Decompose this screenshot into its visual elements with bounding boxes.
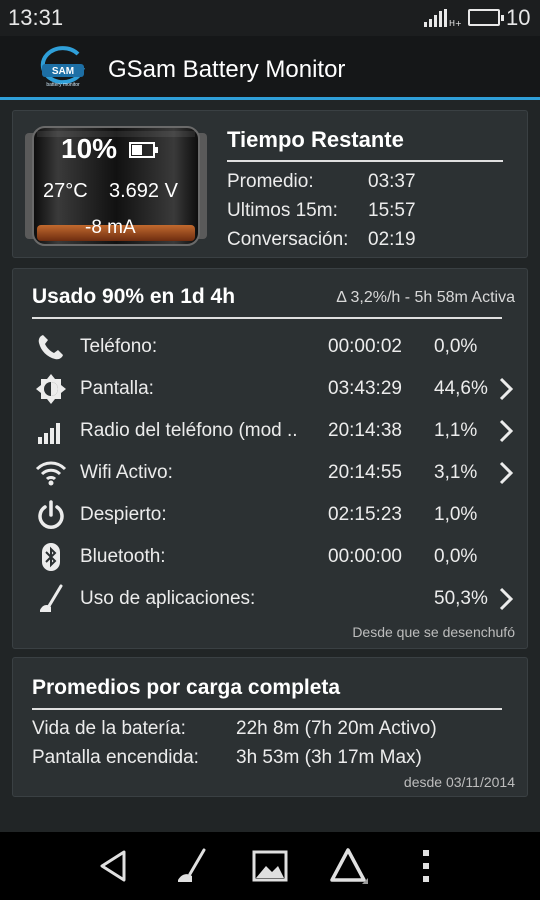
usage-percent: 1,0% <box>434 504 478 525</box>
usage-row-screen[interactable]: Pantalla: 03:43:29 44,6% <box>13 368 529 410</box>
svg-text:H+: H+ <box>449 19 462 27</box>
image-icon[interactable] <box>250 846 290 886</box>
battery-status-card[interactable]: 10% 27°C 3.692 V -8 mA Tiempo Restante P… <box>12 110 528 258</box>
status-bar: 13:31 H+ 10 <box>0 0 540 36</box>
bottom-nav-bar <box>0 832 540 900</box>
phone-icon <box>38 335 63 360</box>
usage-time: 20:14:38 <box>328 420 402 441</box>
usage-percent: 1,1% <box>434 420 478 441</box>
brightness-icon <box>36 374 66 404</box>
usage-row-apps[interactable]: Uso de aplicaciones: 50,3% <box>13 578 529 620</box>
time-remaining-label: Promedio: <box>227 171 314 192</box>
delta-icon[interactable] <box>328 846 368 886</box>
usage-label: Pantalla: <box>80 378 154 399</box>
app-usage-icon[interactable] <box>172 846 212 886</box>
usage-row-phone[interactable]: Teléfono: 00:00:02 0,0% <box>13 326 529 368</box>
chevron-right-icon[interactable] <box>497 377 515 401</box>
app-title: GSam Battery Monitor <box>108 56 346 83</box>
signal-bars-icon <box>38 423 60 444</box>
app-usage-icon <box>40 584 63 612</box>
usage-time: 00:00:00 <box>328 546 402 567</box>
averages-value: 22h 8m (7h 20m Activo) <box>236 718 437 739</box>
usage-card: Usado 90% en 1d 4h Δ 3,2%/h - 5h 58m Act… <box>12 268 528 649</box>
usage-row-wifi[interactable]: Wifi Activo: 20:14:55 3,1% <box>13 452 529 494</box>
averages-label: Pantalla encendida: <box>32 747 199 768</box>
battery-temperature: 27°C <box>43 180 88 202</box>
overflow-menu-icon[interactable] <box>406 846 446 886</box>
usage-percent: 0,0% <box>434 336 478 357</box>
bluetooth-icon <box>42 543 60 571</box>
signal-icon: H+ <box>424 9 462 27</box>
usage-label: Wifi Activo: <box>80 462 173 483</box>
usage-row-radio[interactable]: Radio del teléfono (mod .. 20:14:38 1,1% <box>13 410 529 452</box>
back-icon[interactable] <box>94 846 134 886</box>
time-remaining-value: 02:19 <box>368 229 416 250</box>
svg-text:SAM: SAM <box>52 66 74 77</box>
usage-time: 20:14:55 <box>328 462 402 483</box>
time-remaining-title: Tiempo Restante <box>227 127 404 152</box>
usage-label: Radio del teléfono (mod .. <box>80 420 298 441</box>
chevron-right-icon[interactable] <box>497 587 515 611</box>
status-battery-level: 10 <box>506 5 531 30</box>
chevron-right-icon[interactable] <box>497 419 515 443</box>
usage-label: Bluetooth: <box>80 546 166 567</box>
usage-percent: 3,1% <box>434 462 478 483</box>
usage-title: Usado 90% en 1d 4h <box>32 285 236 308</box>
averages-label: Vida de la batería: <box>32 718 186 739</box>
battery-voltage: 3.692 V <box>109 180 178 202</box>
wifi-icon <box>35 461 67 486</box>
usage-time: 00:00:02 <box>328 336 402 357</box>
usage-row-bluetooth[interactable]: Bluetooth: 00:00:00 0,0% <box>13 536 529 578</box>
battery-small-icon <box>129 142 158 158</box>
power-icon <box>38 500 64 529</box>
usage-percent: 50,3% <box>434 588 488 609</box>
battery-current: -8 mA <box>85 217 136 238</box>
time-remaining-label: Ultimos 15m: <box>227 200 338 221</box>
usage-label: Teléfono: <box>80 336 158 357</box>
averages-title: Promedios por carga completa <box>32 676 341 699</box>
divider <box>32 317 502 319</box>
usage-since: Desde que se desenchufó <box>352 624 515 640</box>
usage-time: 02:15:23 <box>328 504 402 525</box>
averages-since: desde 03/11/2014 <box>403 774 515 790</box>
status-time: 13:31 <box>8 5 64 30</box>
time-remaining-label: Conversación: <box>227 229 349 250</box>
divider <box>32 708 502 710</box>
usage-label: Despierto: <box>80 504 167 525</box>
usage-row-awake[interactable]: Despierto: 02:15:23 1,0% <box>13 494 529 536</box>
usage-rate: Δ 3,2%/h - 5h 58m Activa <box>336 289 515 306</box>
usage-percent: 44,6% <box>434 378 488 399</box>
gsam-logo: SAM battery monitor <box>40 46 85 88</box>
averages-card: Promedios por carga completa Vida de la … <box>12 657 528 797</box>
svg-text:battery monitor: battery monitor <box>46 82 80 88</box>
usage-label: Uso de aplicaciones: <box>80 588 256 609</box>
averages-value: 3h 53m (3h 17m Max) <box>236 747 422 768</box>
usage-percent: 0,0% <box>434 546 478 567</box>
time-remaining-value: 15:57 <box>368 200 416 221</box>
status-battery-icon <box>468 9 504 26</box>
battery-percent: 10% <box>61 133 118 164</box>
app-bar: SAM battery monitor GSam Battery Monitor <box>0 36 540 100</box>
divider <box>227 160 503 162</box>
chevron-right-icon[interactable] <box>497 461 515 485</box>
time-remaining-value: 03:37 <box>368 171 416 192</box>
usage-time: 03:43:29 <box>328 378 402 399</box>
